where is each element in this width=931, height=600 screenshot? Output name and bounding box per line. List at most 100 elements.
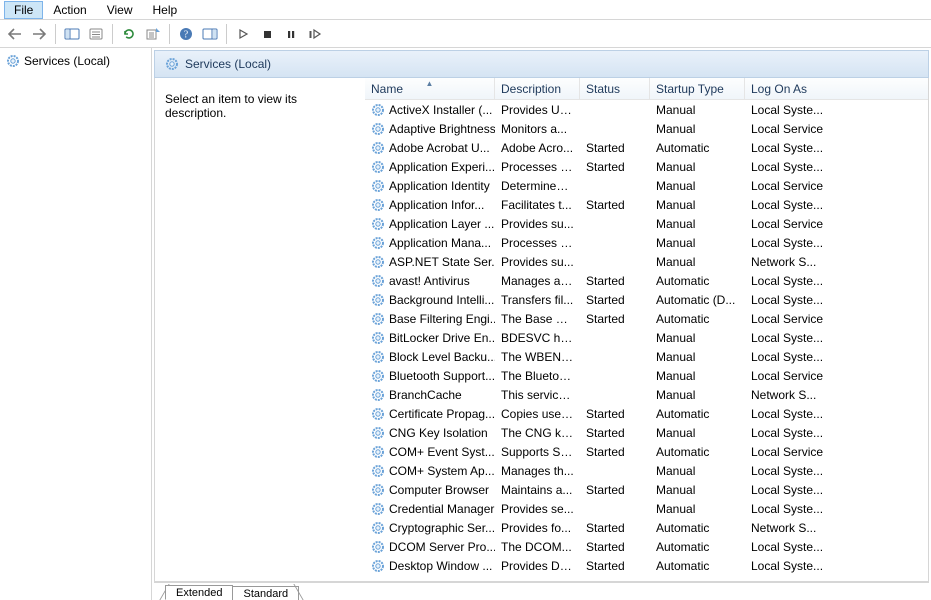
view-tabs: Extended Standard [154,582,929,600]
service-log-on-as: Local Syste... [745,483,835,497]
service-description: The WBENG... [495,350,580,364]
table-row[interactable]: Adobe Acrobat U...Adobe Acro...StartedAu… [365,138,928,157]
tab-extended[interactable]: Extended [165,585,233,600]
service-startup-type: Manual [650,502,745,516]
table-row[interactable]: Application IdentityDetermines ...Manual… [365,176,928,195]
service-log-on-as: Local Syste... [745,407,835,421]
table-row[interactable]: Cryptographic Ser...Provides fo...Starte… [365,518,928,537]
export-list-button[interactable] [142,23,164,45]
service-description: Provides Us... [495,103,580,117]
service-name: DCOM Server Pro... [389,540,495,554]
tab-standard[interactable]: Standard [232,586,299,600]
service-log-on-as: Local Syste... [745,464,835,478]
service-status: Started [580,198,650,212]
service-status: Started [580,274,650,288]
column-header-name[interactable]: ▲ Name [365,78,495,99]
service-description: Transfers fil... [495,293,580,307]
table-row[interactable]: Desktop Window ...Provides De...StartedA… [365,556,928,575]
col-status-label: Status [586,82,620,96]
service-status: Started [580,160,650,174]
service-status: Started [580,559,650,573]
table-row[interactable]: Background Intelli...Transfers fil...Sta… [365,290,928,309]
pause-service-button[interactable] [280,23,302,45]
table-row[interactable]: COM+ System Ap...Manages th...ManualLoca… [365,461,928,480]
menu-file[interactable]: File [4,1,43,19]
service-name: ASP.NET State Ser... [389,255,495,269]
service-gear-icon [371,464,385,478]
column-header-description[interactable]: Description [495,78,580,99]
table-row[interactable]: avast! AntivirusManages an...StartedAuto… [365,271,928,290]
table-row[interactable]: Adaptive BrightnessMonitors a...ManualLo… [365,119,928,138]
service-gear-icon [371,521,385,535]
stop-service-button[interactable] [256,23,278,45]
list-rows[interactable]: ActiveX Installer (...Provides Us...Manu… [365,100,928,581]
service-log-on-as: Local Syste... [745,350,835,364]
tree-pane: Services (Local) [0,48,152,600]
forward-button[interactable] [28,23,50,45]
description-hint: Select an item to view its description. [165,92,297,120]
service-name: avast! Antivirus [389,274,470,288]
service-log-on-as: Local Syste... [745,103,835,117]
list-header: ▲ Name Description Status Startup Type L… [365,78,928,100]
table-row[interactable]: Computer BrowserMaintains a...StartedMan… [365,480,928,499]
service-description: Provides De... [495,559,580,573]
table-row[interactable]: BitLocker Drive En...BDESVC hos...Manual… [365,328,928,347]
col-startup-label: Startup Type [656,82,724,96]
table-row[interactable]: ActiveX Installer (...Provides Us...Manu… [365,100,928,119]
table-row[interactable]: CNG Key IsolationThe CNG ke...StartedMan… [365,423,928,442]
service-startup-type: Automatic (D... [650,293,745,307]
table-row[interactable]: Credential ManagerProvides se...ManualLo… [365,499,928,518]
properties-button[interactable] [85,23,107,45]
service-description: BDESVC hos... [495,331,580,345]
refresh-button[interactable] [118,23,140,45]
show-hide-action-pane-button[interactable] [199,23,221,45]
show-hide-console-tree-button[interactable] [61,23,83,45]
service-log-on-as: Local Syste... [745,274,835,288]
table-row[interactable]: Application Layer ...Provides su...Manua… [365,214,928,233]
column-header-log-on-as[interactable]: Log On As [745,78,928,99]
service-status: Started [580,445,650,459]
start-service-button[interactable] [232,23,254,45]
service-description: This service ... [495,388,580,402]
table-row[interactable]: Block Level Backu...The WBENG...ManualLo… [365,347,928,366]
table-row[interactable]: Certificate Propag...Copies user ...Star… [365,404,928,423]
column-header-status[interactable]: Status [580,78,650,99]
table-row[interactable]: Base Filtering Engi...The Base Fil...Sta… [365,309,928,328]
table-row[interactable]: COM+ Event Syst...Supports Sy...StartedA… [365,442,928,461]
table-row[interactable]: Application Mana...Processes in...Manual… [365,233,928,252]
service-gear-icon [371,426,385,440]
table-row[interactable]: Application Infor...Facilitates t...Star… [365,195,928,214]
table-row[interactable]: Bluetooth Support...The Bluetoo...Manual… [365,366,928,385]
service-status: Started [580,521,650,535]
service-status: Started [580,483,650,497]
service-gear-icon [371,331,385,345]
restart-service-button[interactable] [304,23,326,45]
service-description: Provides fo... [495,521,580,535]
back-button[interactable] [4,23,26,45]
table-row[interactable]: BranchCacheThis service ...ManualNetwork… [365,385,928,404]
tree-root-services-local[interactable]: Services (Local) [0,52,151,70]
service-name: Credential Manager [389,502,494,516]
main-body: Select an item to view its description. … [154,78,929,582]
menu-help[interactable]: Help [143,1,188,19]
table-row[interactable]: Application Experi...Processes a...Start… [365,157,928,176]
service-gear-icon [371,141,385,155]
help-button[interactable]: ? [175,23,197,45]
column-header-startup-type[interactable]: Startup Type [650,78,745,99]
service-status: Started [580,293,650,307]
table-row[interactable]: DCOM Server Pro...The DCOM...StartedAuto… [365,537,928,556]
table-row[interactable]: ASP.NET State Ser...Provides su...Manual… [365,252,928,271]
sort-ascending-icon: ▲ [426,79,434,88]
toolbar: ? [0,20,931,48]
service-gear-icon [371,255,385,269]
service-description: Provides su... [495,217,580,231]
service-name: Certificate Propag... [389,407,495,421]
service-name: Bluetooth Support... [389,369,495,383]
menu-action[interactable]: Action [43,1,96,19]
service-gear-icon [371,293,385,307]
menu-view[interactable]: View [97,1,143,19]
service-startup-type: Manual [650,464,745,478]
service-log-on-as: Local Service [745,445,835,459]
service-name: Computer Browser [389,483,489,497]
service-log-on-as: Local Syste... [745,236,835,250]
